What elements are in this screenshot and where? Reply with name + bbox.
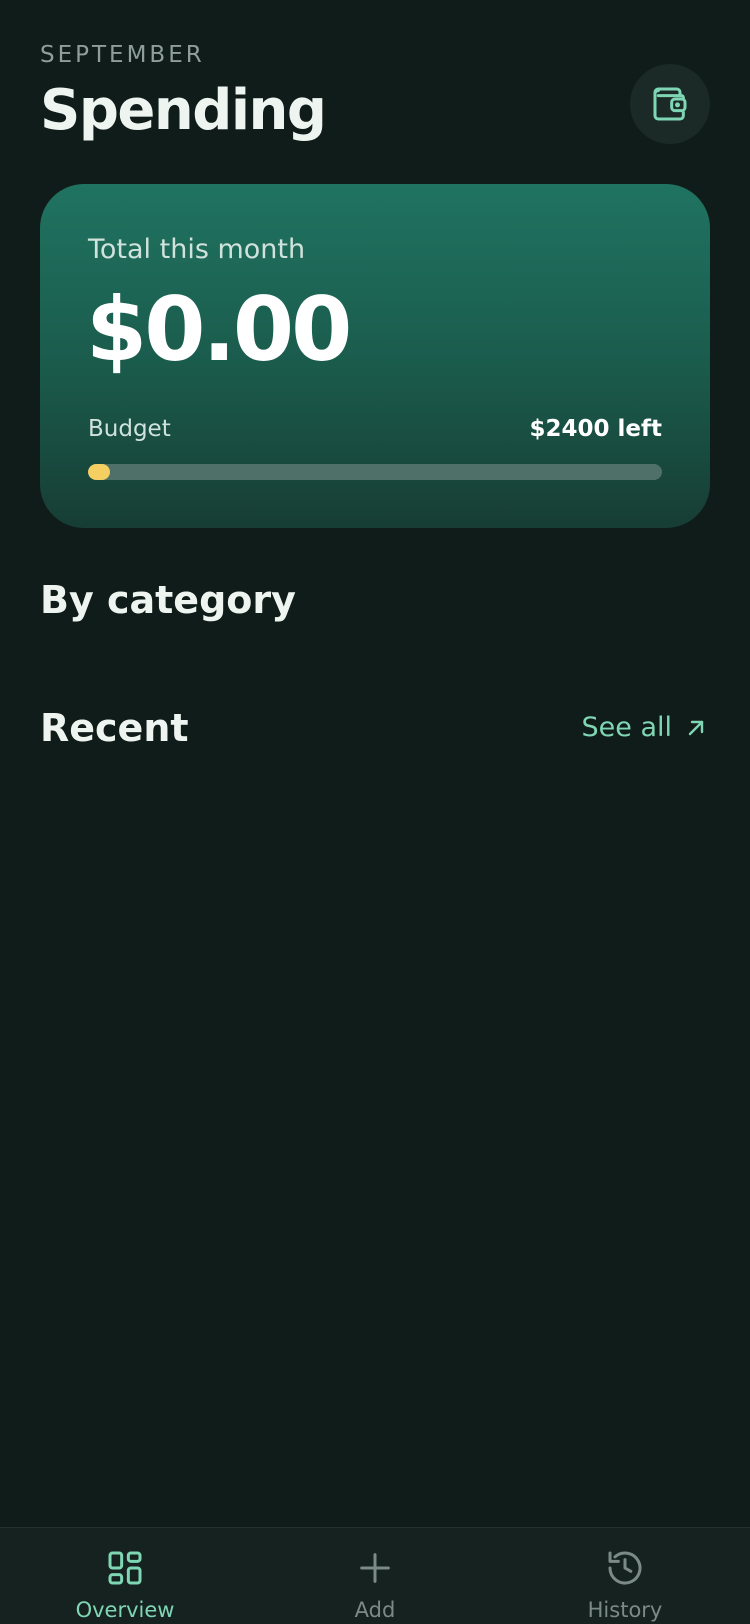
wallet-button[interactable]: [630, 64, 710, 144]
monthly-summary-card: Total this month $0.00 Budget $2400 left: [40, 184, 710, 528]
page-title: Spending: [40, 78, 327, 143]
bottom-tab-bar: Overview Add History: [0, 1527, 750, 1624]
grid-icon: [108, 1551, 142, 1585]
see-all-label: See all: [581, 712, 673, 743]
arrow-up-right-icon: [688, 720, 704, 735]
budget-remaining: $2400 left: [529, 416, 662, 442]
tab-add-label: Add: [354, 1598, 396, 1622]
budget-label: Budget: [88, 416, 171, 442]
tab-add[interactable]: Add: [250, 1528, 500, 1624]
tab-history[interactable]: History: [500, 1528, 750, 1624]
total-amount: $0.00: [86, 278, 352, 381]
history-icon: [608, 1551, 642, 1585]
plus-icon: [360, 1553, 390, 1583]
see-all-link[interactable]: See all: [582, 712, 709, 743]
wallet-icon: [653, 87, 687, 121]
tab-overview-label: Overview: [75, 1598, 175, 1622]
month-label: SEPTEMBER: [40, 42, 205, 68]
recent-heading: Recent: [40, 706, 189, 750]
header: SEPTEMBER Spending: [40, 40, 710, 150]
tab-history-label: History: [587, 1598, 663, 1622]
by-category-heading: By category: [40, 578, 296, 622]
budget-progress-bar: [88, 464, 662, 480]
spending-screen: SEPTEMBER Spending Total this month $0.0…: [0, 0, 750, 1624]
tab-overview[interactable]: Overview: [0, 1528, 250, 1624]
total-label: Total this month: [88, 234, 306, 265]
budget-progress-fill: [88, 464, 110, 480]
